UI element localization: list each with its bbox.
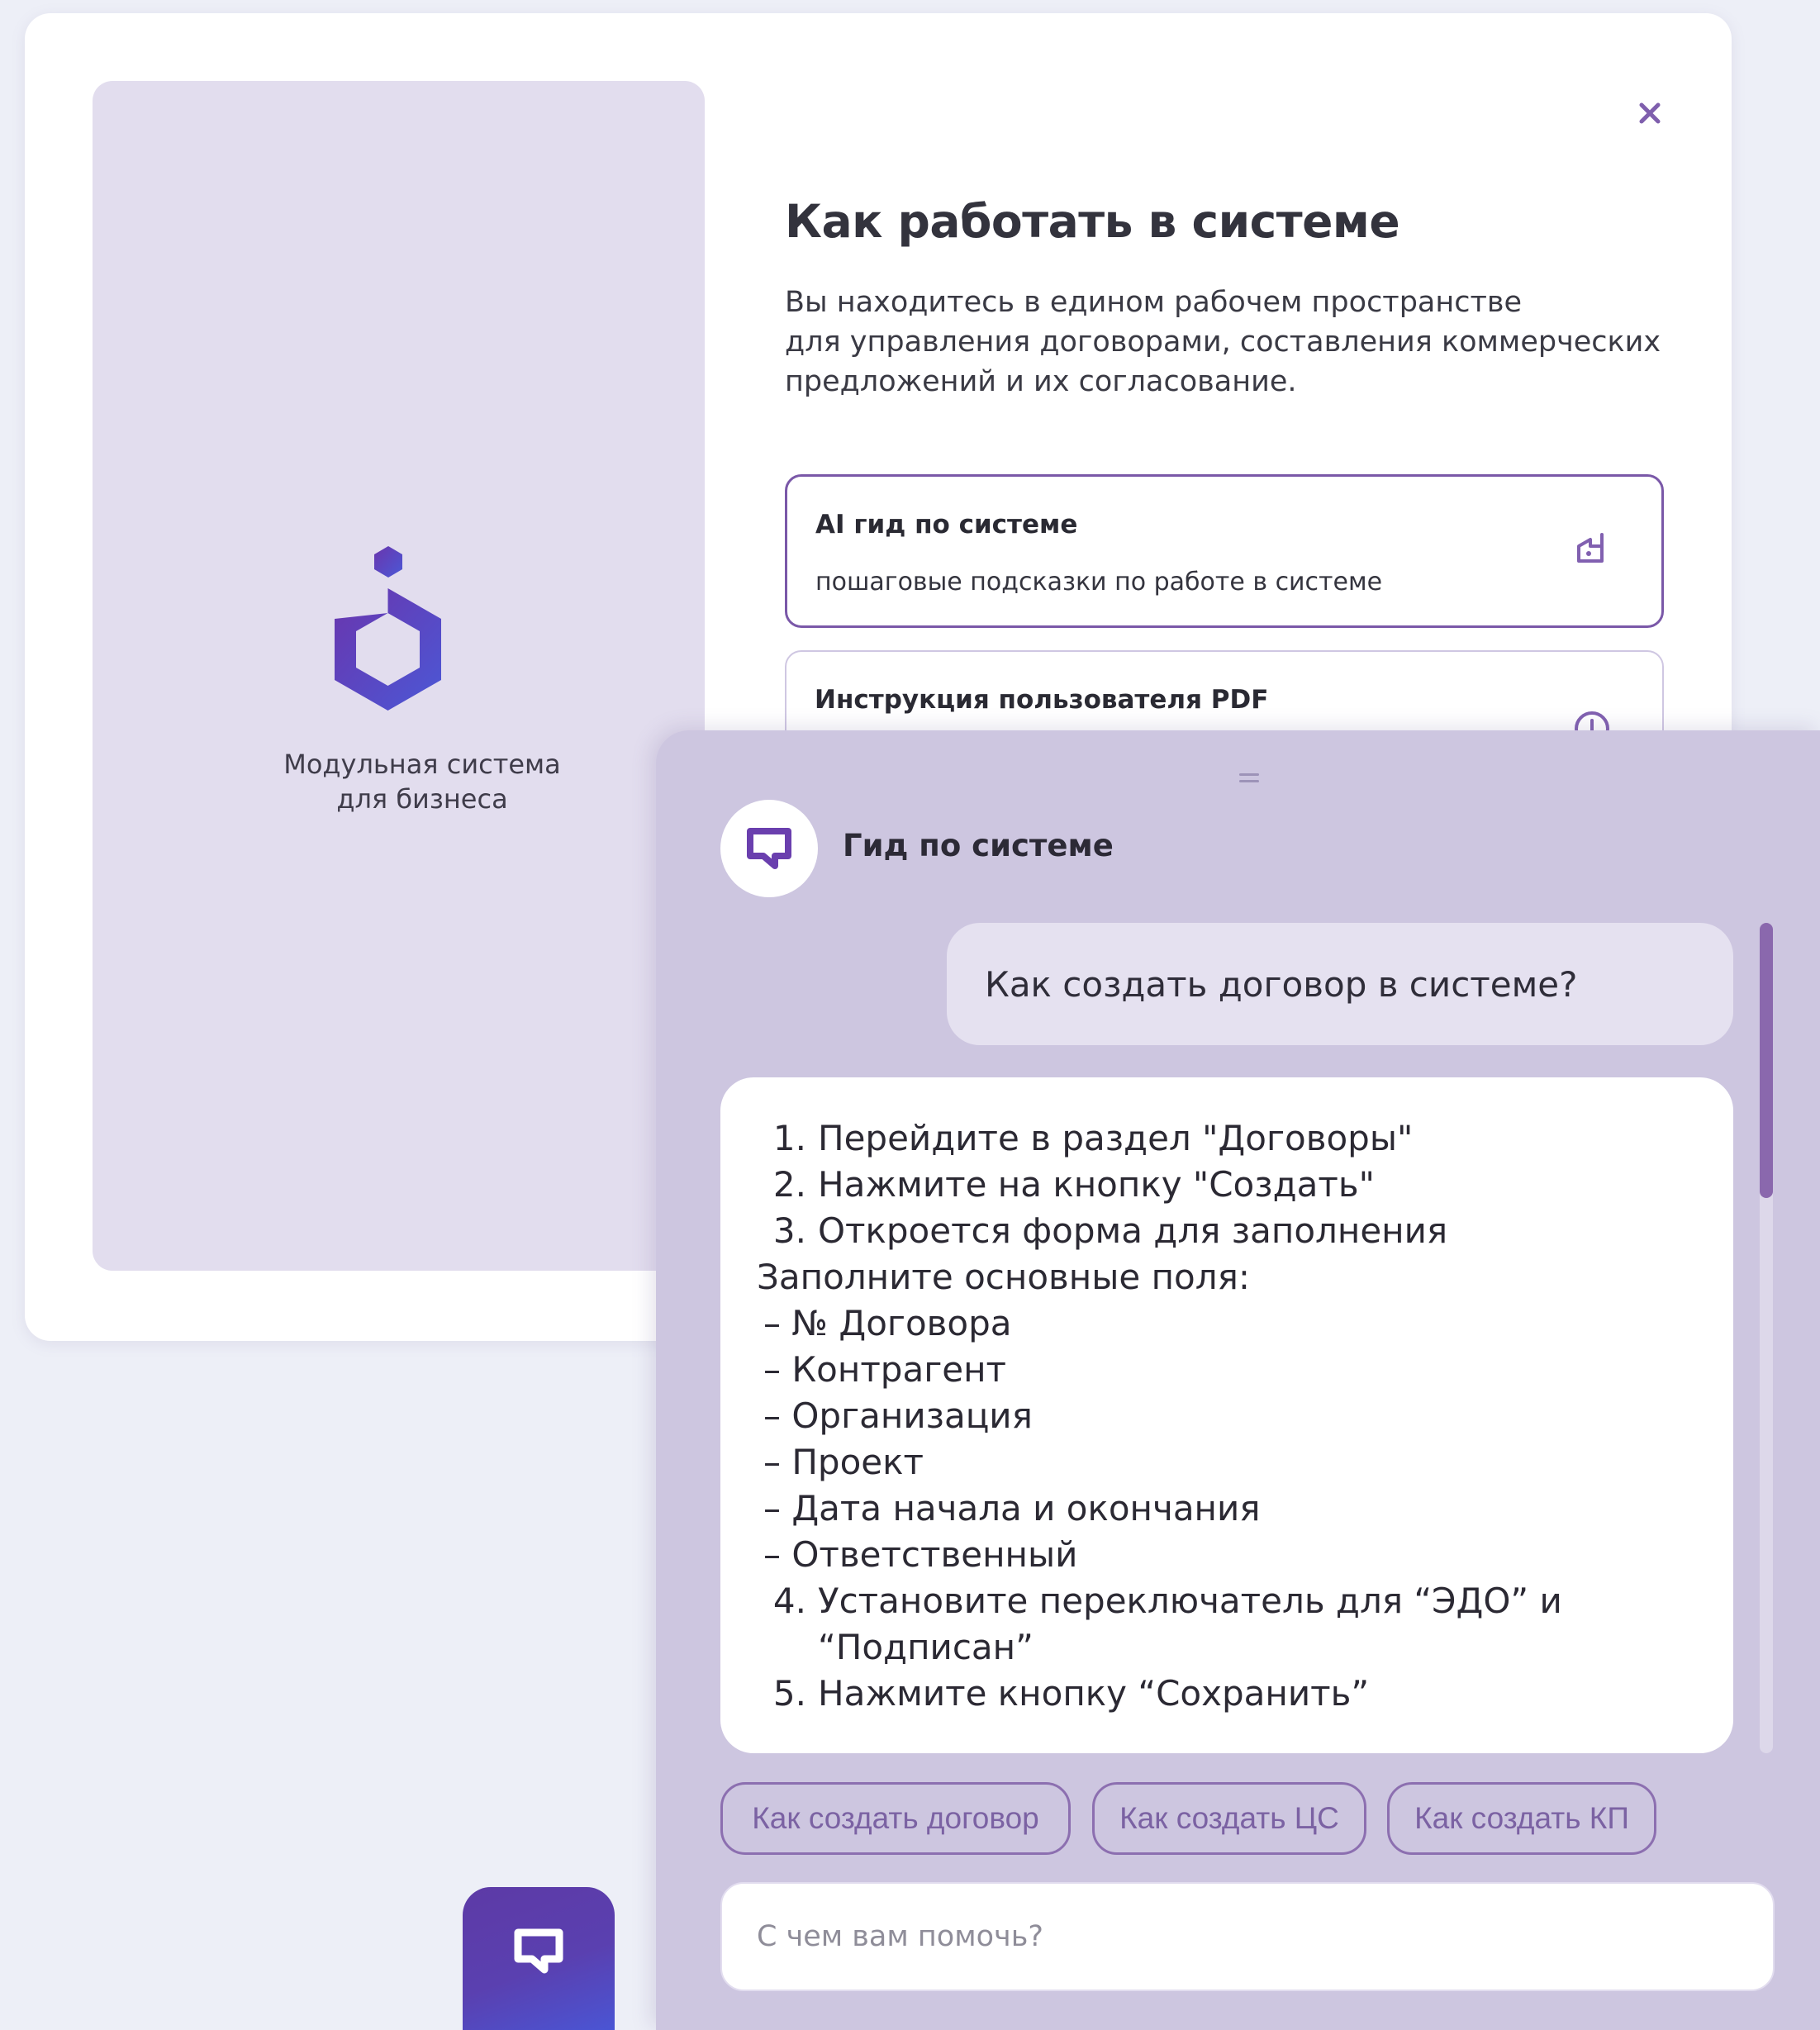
description-line: для управления договорами, составления к… bbox=[785, 326, 1661, 359]
modal-description: Вы находитесь в едином рабочем пространс… bbox=[785, 283, 1710, 402]
chat-input[interactable] bbox=[720, 1882, 1775, 1991]
option-title: Инструкция пользователя PDF bbox=[815, 685, 1269, 715]
close-icon bbox=[1639, 102, 1661, 124]
modal-title: Как работать в системе bbox=[785, 195, 1400, 248]
option-subtitle: пошаговые подсказки по работе в системе bbox=[815, 568, 1383, 597]
list-item: 1. Перейдите в раздел "Договоры" bbox=[772, 1118, 1414, 1158]
chat-bubble-icon bbox=[514, 1928, 563, 1973]
description-line: Вы находитесь в едином рабочем пространс… bbox=[785, 286, 1523, 319]
chat-avatar bbox=[720, 800, 818, 897]
field-item: – Дата начала и окончания bbox=[763, 1488, 1261, 1528]
list-item: 3. Откроется форма для заполнения bbox=[772, 1210, 1448, 1251]
ai-guide-card[interactable]: AI гид по системе пошаговые подсказки по… bbox=[785, 474, 1664, 628]
field-item: – Организация bbox=[763, 1395, 1033, 1436]
field-item: – Проект bbox=[763, 1442, 924, 1482]
chat-scrollbar[interactable] bbox=[1760, 923, 1773, 1753]
list-item: 2. Нажмите на кнопку "Создать" bbox=[772, 1164, 1375, 1205]
hexagon-logo-icon bbox=[335, 546, 441, 711]
list-item-continuation: “Подписан” bbox=[818, 1627, 1034, 1667]
chat-bubble-icon bbox=[747, 828, 791, 869]
field-item: – № Договора bbox=[763, 1303, 1012, 1343]
scene: Модульная система для бизнеса Как работа… bbox=[0, 0, 1820, 2030]
suggestion-create-kp[interactable]: Как создать КП bbox=[1387, 1782, 1656, 1855]
scrollbar-thumb[interactable] bbox=[1760, 923, 1773, 1198]
user-message: Как создать договор в системе? bbox=[947, 923, 1733, 1045]
bot-message: 1. Перейдите в раздел "Договоры" 2. Нажмит… bbox=[720, 1077, 1733, 1753]
chat-title: Гид по системе bbox=[843, 828, 1114, 863]
brand-caption: Модульная система для бизнеса bbox=[157, 747, 687, 816]
list-item: 4. Установите переключатель для “ЭДО” и bbox=[772, 1581, 1562, 1621]
close-button[interactable] bbox=[1629, 93, 1670, 134]
list-item: 5. Нажмите кнопку “Сохранить” bbox=[772, 1673, 1370, 1714]
description-line: предложений и их согласование. bbox=[785, 365, 1297, 398]
drag-handle-icon[interactable] bbox=[1239, 773, 1259, 785]
option-title: AI гид по системе bbox=[815, 510, 1078, 540]
field-item: – Контрагент bbox=[763, 1349, 1007, 1390]
suggestion-create-cs[interactable]: Как создать ЦС bbox=[1092, 1782, 1366, 1855]
suggestion-create-contract[interactable]: Как создать договор bbox=[720, 1782, 1071, 1855]
ai-guide-icon bbox=[1577, 533, 1604, 563]
chat-panel: Гид по системе Как создать договор в сис… bbox=[656, 730, 1820, 2030]
chat-launcher-button[interactable] bbox=[463, 1887, 615, 2030]
brand-caption-line: Модульная система bbox=[283, 749, 561, 780]
brand-caption-line: для бизнеса bbox=[336, 783, 508, 815]
fields-intro: Заполните основные поля: bbox=[757, 1257, 1251, 1297]
field-item: – Ответственный bbox=[763, 1534, 1078, 1575]
